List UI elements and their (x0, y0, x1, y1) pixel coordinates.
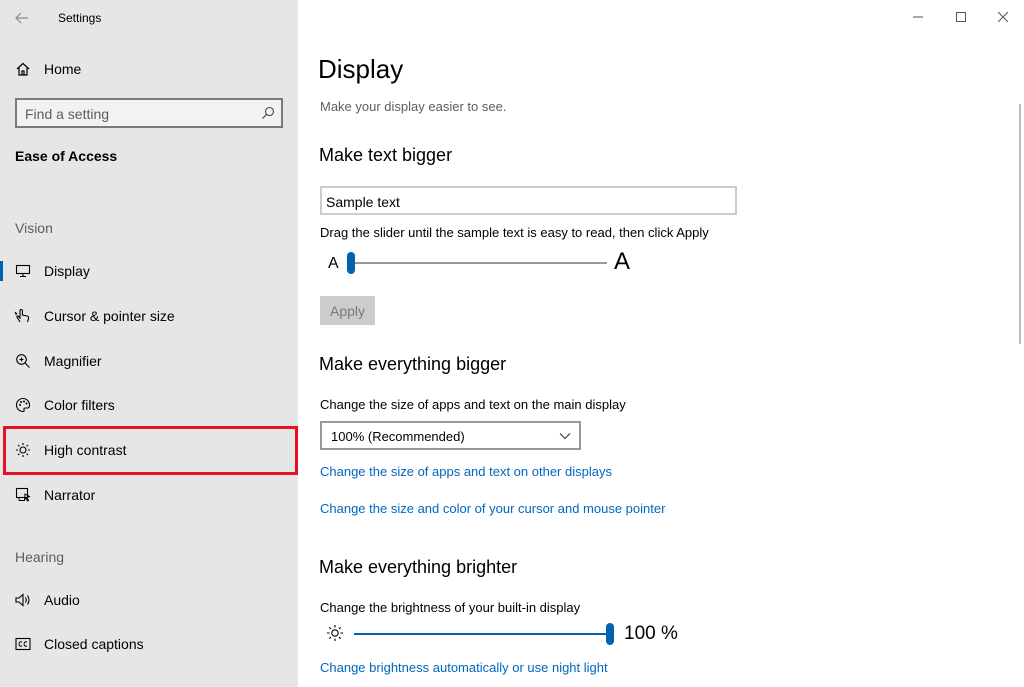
brightness-sun-icon (327, 625, 343, 641)
sidebar-item-label: Color filters (44, 397, 115, 413)
sidebar-item-label: Cursor & pointer size (44, 308, 175, 324)
brightness-value: 100 % (624, 623, 678, 644)
back-arrow-icon (15, 12, 28, 24)
speaker-icon (14, 591, 32, 609)
large-a-label: A (614, 248, 631, 275)
heading-make-text-bigger: Make text bigger (319, 145, 453, 165)
search-box[interactable] (15, 98, 283, 128)
text-size-instruction: Drag the slider until the sample text is… (320, 225, 709, 240)
back-button[interactable] (10, 6, 34, 30)
page-subtitle: Make your display easier to see. (320, 99, 507, 114)
close-button[interactable] (989, 6, 1017, 28)
sidebar-item-magnifier[interactable]: Magnifier (0, 343, 298, 379)
maximize-icon (956, 12, 966, 22)
sample-text-box: Sample text (320, 186, 737, 215)
slider-thumb[interactable] (347, 252, 355, 274)
search-input[interactable] (25, 104, 255, 124)
text-size-slider[interactable]: A A (320, 248, 650, 278)
main-content: Display Make your display easier to see.… (298, 0, 1024, 687)
sidebar-item-narrator[interactable]: Narrator (0, 477, 298, 513)
app-title: Settings (58, 11, 102, 25)
close-icon (998, 12, 1008, 22)
apply-button[interactable]: Apply (320, 296, 375, 325)
sidebar-item-audio[interactable]: Audio (0, 582, 298, 618)
link-cursor-pointer[interactable]: Change the size and color of your cursor… (320, 501, 665, 516)
brightness-thumb[interactable] (606, 623, 614, 645)
sidebar-item-label: Narrator (44, 487, 96, 503)
group-heading-hearing: Hearing (15, 549, 65, 565)
narrator-icon (14, 486, 32, 504)
maximize-button[interactable] (947, 6, 975, 28)
sample-text: Sample text (326, 194, 400, 210)
section-title: Ease of Access (15, 148, 118, 164)
small-a-label: A (328, 255, 339, 272)
minimize-button[interactable] (904, 6, 932, 28)
sidebar-item-label: Audio (44, 592, 80, 608)
sidebar-item-color-filters[interactable]: Color filters (0, 387, 298, 423)
highlight-annotation (3, 426, 298, 475)
group-heading-vision: Vision (15, 220, 53, 236)
link-other-displays[interactable]: Change the size of apps and text on othe… (320, 464, 612, 479)
scrollbar[interactable] (1019, 104, 1021, 344)
monitor-icon (14, 262, 32, 280)
slider-track[interactable] (350, 262, 607, 264)
sidebar-item-label: Magnifier (44, 353, 102, 369)
pointer-hand-icon (14, 307, 32, 325)
brightness-slider[interactable]: 100 % (320, 620, 700, 650)
sidebar-item-label: Home (44, 61, 82, 77)
sidebar-item-label: Closed captions (44, 636, 144, 652)
sidebar-item-closed-captions[interactable]: Closed captions (0, 626, 298, 662)
scale-dropdown[interactable]: 100% (Recommended) (320, 421, 581, 450)
heading-make-everything-brighter: Make everything brighter (319, 557, 518, 577)
minimize-icon (913, 16, 923, 18)
sidebar-item-label: Display (44, 263, 90, 279)
page-title: Display (318, 54, 404, 84)
sidebar: Settings Home Ease of Access Vision Disp… (0, 0, 298, 687)
brightness-description: Change the brightness of your built-in d… (320, 600, 581, 615)
search-icon[interactable] (261, 106, 275, 120)
heading-make-everything-bigger: Make everything bigger (319, 354, 507, 374)
scale-description: Change the size of apps and text on the … (320, 397, 626, 412)
brightness-track[interactable] (354, 633, 610, 635)
home-icon (14, 60, 32, 78)
link-night-light[interactable]: Change brightness automatically or use n… (320, 660, 608, 675)
palette-icon (14, 396, 32, 414)
chevron-down-icon (559, 433, 571, 440)
sidebar-item-cursor-pointer-size[interactable]: Cursor & pointer size (0, 298, 298, 334)
magnifier-icon (14, 352, 32, 370)
sidebar-item-display[interactable]: Display (0, 253, 298, 289)
sidebar-item-home[interactable]: Home (0, 51, 298, 87)
scale-selected-value: 100% (Recommended) (331, 429, 465, 444)
cc-icon (14, 635, 32, 653)
